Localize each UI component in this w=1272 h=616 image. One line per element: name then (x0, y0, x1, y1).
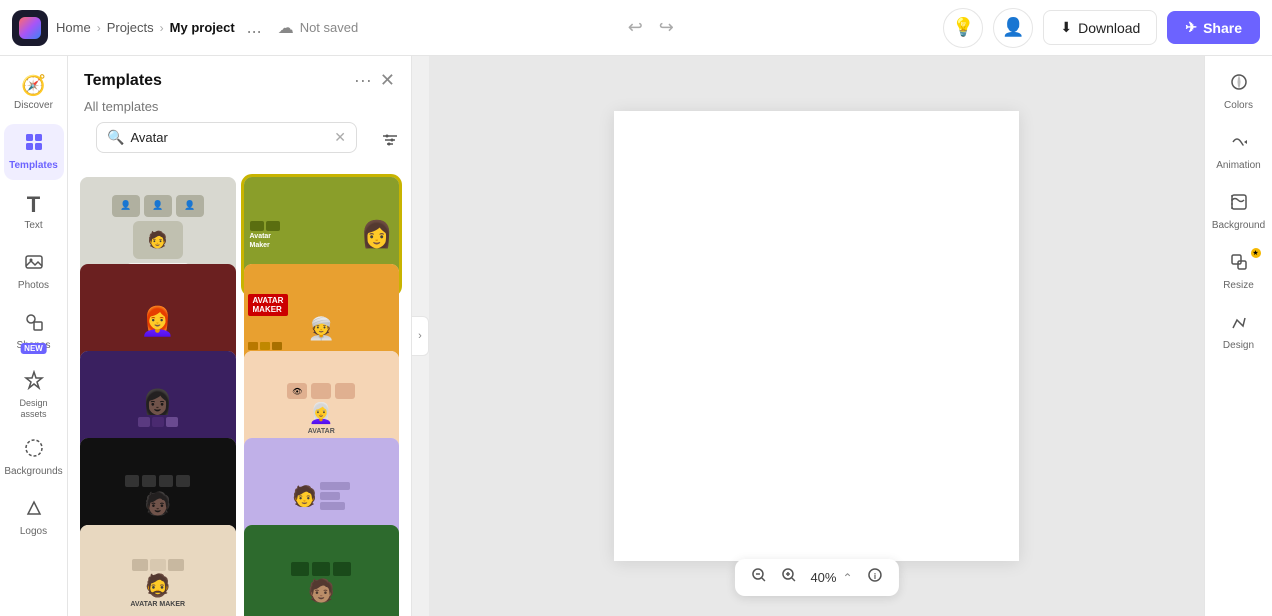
user-icon-button[interactable]: 👤 (993, 8, 1033, 48)
zoom-info-button[interactable]: i (867, 567, 883, 588)
zoom-level[interactable]: 40% ⌃ (810, 570, 852, 585)
resize-icon (1229, 252, 1249, 278)
ai-icon-button[interactable]: 💡 (943, 8, 983, 48)
sidebar-item-text[interactable]: T Text (4, 184, 64, 240)
sidebar-label-photos: Photos (18, 280, 49, 292)
template-icon (24, 132, 44, 158)
header-center: ↩ ↪ (366, 13, 935, 42)
share-icon: ✈ (1185, 19, 1197, 36)
panel-close-button[interactable]: ✕ (380, 70, 395, 91)
sidebar-item-shapes[interactable]: Shapes NEW (4, 304, 64, 360)
sidebar-item-logos[interactable]: Logos (4, 490, 64, 546)
sidebar-item-discover[interactable]: 🧭 Discover (4, 64, 64, 120)
right-sidebar-label-resize: Resize (1223, 280, 1254, 292)
backgrounds-icon (24, 438, 44, 464)
share-label: Share (1203, 20, 1242, 36)
right-sidebar-item-background[interactable]: Background (1209, 184, 1269, 240)
sidebar-item-design-assets[interactable]: Design assets (4, 364, 64, 426)
search-icon: 🔍 (107, 129, 124, 146)
sidebar-label-text: Text (24, 220, 42, 232)
templates-panel: Templates ··· ✕ All templates 🔍 ✕ (68, 56, 412, 616)
download-label: Download (1078, 20, 1140, 36)
download-button[interactable]: ⬇ Download (1043, 10, 1157, 45)
header-right: 💡 👤 ⬇ Download ✈ Share (943, 8, 1260, 48)
sidebar-label-design-assets: Design assets (8, 398, 60, 420)
save-status: Not saved (300, 20, 359, 35)
header-dots[interactable]: ... (247, 17, 262, 38)
svg-text:i: i (873, 572, 875, 581)
breadcrumb-current[interactable]: My project (170, 20, 235, 35)
right-sidebar-label-colors: Colors (1224, 100, 1253, 112)
zoom-bar: 40% ⌃ i (734, 559, 898, 596)
zoom-chevron-icon: ⌃ (842, 571, 852, 585)
zoom-out-button[interactable] (750, 567, 766, 588)
panel-subtitle: All templates (68, 99, 411, 122)
panel-header: Templates ··· ✕ (68, 56, 411, 99)
logos-icon (24, 498, 44, 524)
undo-redo-group: ↩ ↪ (624, 13, 678, 42)
right-sidebar-item-resize[interactable]: Resize ★ (1209, 244, 1269, 300)
main-layout: 🧭 Discover Templates T Text (0, 56, 1272, 616)
compass-icon: 🧭 (21, 73, 46, 98)
right-sidebar-item-design[interactable]: Design (1209, 304, 1269, 360)
breadcrumb-home[interactable]: Home (56, 20, 91, 35)
redo-button[interactable]: ↪ (655, 13, 678, 42)
header: Home › Projects › My project ... ☁ Not s… (0, 0, 1272, 56)
animation-icon (1229, 132, 1249, 158)
sidebar-label-logos: Logos (20, 526, 47, 538)
search-input[interactable] (130, 130, 328, 145)
undo-button[interactable]: ↩ (624, 13, 647, 42)
breadcrumb: Home › Projects › My project (56, 20, 235, 35)
template-card-10[interactable]: 🧑🏽 Avatar Maker (244, 525, 400, 616)
sidebar-item-backgrounds[interactable]: Backgrounds (4, 430, 64, 486)
color-icon (1229, 72, 1249, 98)
right-sidebar-label-background: Background (1212, 220, 1265, 232)
panel-collapse-button[interactable]: › (411, 316, 429, 356)
zoom-value: 40% (810, 570, 836, 585)
template-card-9[interactable]: 🧔 AVATAR MAKER (80, 525, 236, 616)
sidebar-label-templates: Templates (9, 160, 58, 172)
right-sidebar-label-animation: Animation (1216, 160, 1260, 172)
shapes-new-badge: NEW (20, 343, 47, 354)
zoom-in-button[interactable] (780, 567, 796, 588)
share-button[interactable]: ✈ Share (1167, 11, 1260, 44)
shapes-icon (24, 312, 44, 338)
panel-header-actions: ··· ✕ (354, 70, 395, 91)
left-sidebar: 🧭 Discover Templates T Text (0, 56, 68, 616)
canvas-area: 40% ⌃ i (429, 56, 1204, 616)
sidebar-label-discover: Discover (14, 100, 53, 112)
sidebar-item-photos[interactable]: Photos (4, 244, 64, 300)
breadcrumb-projects[interactable]: Projects (107, 20, 154, 35)
breadcrumb-sep1: › (97, 21, 101, 35)
background-icon (1229, 192, 1249, 218)
panel-more-button[interactable]: ··· (354, 70, 372, 91)
right-sidebar: Colors Animation Background (1204, 56, 1272, 616)
breadcrumb-sep2: › (160, 21, 164, 35)
design-icon (1229, 312, 1249, 338)
search-clear-button[interactable]: ✕ (334, 129, 346, 146)
panel-title: Templates (84, 72, 162, 90)
canvas-white (614, 111, 1019, 561)
sidebar-item-templates[interactable]: Templates (4, 124, 64, 180)
design-assets-icon (24, 370, 44, 396)
search-bar: 🔍 ✕ (96, 122, 357, 153)
app-logo (12, 10, 48, 46)
right-sidebar-label-design: Design (1223, 340, 1254, 352)
right-sidebar-item-colors[interactable]: Colors (1209, 64, 1269, 120)
photo-icon (24, 252, 44, 278)
right-sidebar-item-animation[interactable]: Animation (1209, 124, 1269, 180)
cloud-icon: ☁ (278, 18, 294, 38)
filter-button[interactable] (381, 131, 399, 154)
sidebar-label-backgrounds: Backgrounds (4, 466, 62, 478)
download-icon: ⬇ (1060, 19, 1072, 36)
cloud-status: ☁ Not saved (278, 18, 359, 38)
text-icon: T (27, 192, 40, 218)
templates-grid: 👤 👤 👤 🧑 Avatar Maker (68, 173, 411, 616)
